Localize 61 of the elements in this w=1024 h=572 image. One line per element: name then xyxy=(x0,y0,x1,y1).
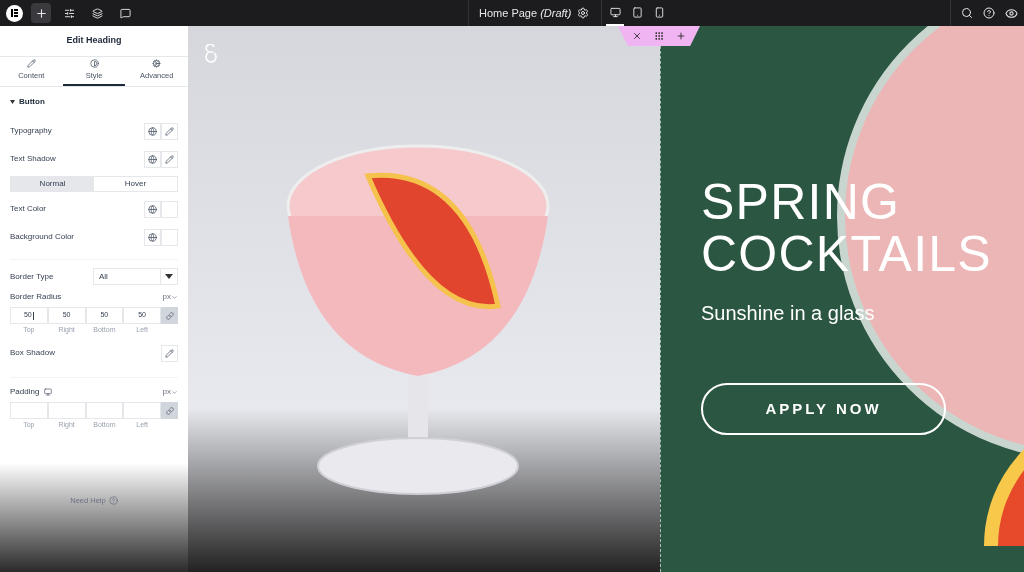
pencil-icon xyxy=(165,126,174,136)
mobile-icon xyxy=(653,6,665,18)
globe-button[interactable] xyxy=(144,200,161,218)
globe-icon xyxy=(148,204,157,214)
tablet-icon xyxy=(631,6,643,18)
control-label: Box Shadow xyxy=(10,347,55,359)
gear-icon xyxy=(152,59,162,69)
globe-button[interactable] xyxy=(144,228,161,246)
link-icon xyxy=(165,311,174,320)
globe-icon xyxy=(148,154,157,164)
control-label: Padding xyxy=(10,386,40,398)
globe-button[interactable] xyxy=(144,122,161,140)
chevron-icon xyxy=(171,293,178,301)
link-icon xyxy=(165,406,174,415)
close-icon[interactable] xyxy=(632,31,642,41)
caret-icon xyxy=(10,100,15,104)
chevron-icon xyxy=(171,388,178,396)
add-button[interactable] xyxy=(31,3,51,23)
color-swatch[interactable] xyxy=(161,200,178,218)
page-title: Home Page (Draft) xyxy=(479,5,572,21)
state-tab[interactable]: Normal xyxy=(11,177,94,191)
control-label: Text Shadow xyxy=(10,153,56,165)
brand-logo-icon xyxy=(204,44,218,64)
pencil-icon xyxy=(165,348,174,358)
add-icon[interactable] xyxy=(676,31,686,41)
text-cursor xyxy=(32,311,34,320)
control-label: Border Type xyxy=(10,270,54,283)
help-icon xyxy=(108,495,118,505)
input-field[interactable] xyxy=(10,402,48,419)
control-label: Text Color xyxy=(10,203,46,215)
desktop-icon xyxy=(609,6,621,18)
control-label: Border Radius xyxy=(10,291,62,303)
pencil-icon xyxy=(165,154,174,164)
globe-button[interactable] xyxy=(144,150,161,168)
drag-handle-icon[interactable] xyxy=(654,31,664,41)
logo-icon[interactable] xyxy=(6,4,23,22)
control-label: Background Color xyxy=(10,231,75,243)
control-label: Typography xyxy=(10,125,52,137)
edit-button[interactable] xyxy=(161,122,178,140)
pencil-icon xyxy=(26,59,36,69)
globe-icon xyxy=(148,126,157,136)
section-toggle[interactable]: Button xyxy=(10,91,178,113)
help-icon[interactable] xyxy=(983,7,995,19)
apply-now-button[interactable]: APPLY NOW xyxy=(701,383,946,435)
contrast-icon xyxy=(89,59,99,69)
unit-selector[interactable]: px xyxy=(162,386,178,398)
preview-icon[interactable] xyxy=(1005,6,1018,20)
caret-icon xyxy=(165,274,173,279)
unit-selector[interactable]: px xyxy=(162,291,178,303)
edit-button[interactable] xyxy=(161,150,178,168)
settings-icon[interactable] xyxy=(577,7,590,19)
search-icon[interactable] xyxy=(961,7,973,19)
edit-button[interactable] xyxy=(161,344,178,362)
input-field[interactable] xyxy=(123,402,161,419)
select-field[interactable]: All xyxy=(93,268,178,285)
globe-icon xyxy=(148,232,157,242)
color-swatch[interactable] xyxy=(161,228,178,246)
plus-icon xyxy=(34,6,48,20)
desktop-icon xyxy=(44,388,53,396)
input-field[interactable] xyxy=(85,402,124,419)
input-field[interactable] xyxy=(47,402,86,419)
